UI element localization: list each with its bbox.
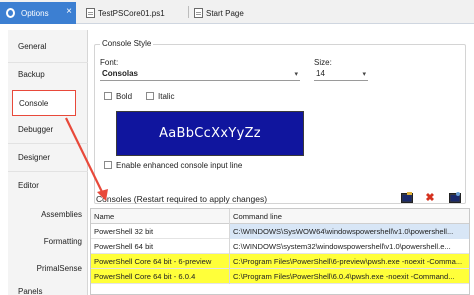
console-name: PowerShell 32 bit <box>94 227 154 236</box>
italic-label: Italic <box>158 92 175 101</box>
sidebar-item-label: General <box>18 41 47 51</box>
tab-options[interactable]: Options × <box>0 2 76 24</box>
divider <box>8 62 88 63</box>
sidebar-item-label: Assemblies <box>41 209 82 219</box>
add-console-icon <box>401 192 413 203</box>
document-icon <box>86 8 95 18</box>
table-row[interactable]: PowerShell 64 bit C:\WINDOWS\system32\wi… <box>91 239 469 254</box>
size-dropdown[interactable]: 14 ▾ <box>314 67 368 81</box>
document-icon <box>194 8 203 18</box>
tab-label: Options <box>21 8 49 18</box>
consoles-table: Name Command line PowerShell 32 bit C:\W… <box>90 208 470 295</box>
size-value: 14 <box>316 69 325 78</box>
console-name: PowerShell Core 64 bit - 6.0.4 <box>94 272 196 281</box>
options-sidebar: General Backup Console Debugger Designer… <box>8 30 88 295</box>
console-command: C:\Program Files\PowerShell\6-preview\pw… <box>229 254 469 269</box>
bold-label: Bold <box>116 92 133 101</box>
sidebar-item-label: Console <box>19 98 49 108</box>
font-dropdown[interactable]: Consolas ▾ <box>100 67 300 81</box>
sidebar-item-backup[interactable]: Backup <box>8 64 88 84</box>
sidebar-item-label: Designer <box>18 152 51 162</box>
bold-checkbox[interactable] <box>104 92 112 100</box>
tab-start-page[interactable]: Start Page <box>190 2 270 24</box>
tab-strip: Options × TestPSCore01.ps1 Start Page <box>0 0 474 24</box>
column-header-command-line[interactable]: Command line <box>229 209 469 224</box>
console-command: C:\Program Files\PowerShell\6.0.4\pwsh.e… <box>229 269 469 284</box>
size-label: Size: <box>314 58 332 67</box>
add-console-button[interactable] <box>400 191 414 204</box>
table-row[interactable]: PowerShell Core 64 bit - 6-preview C:\Pr… <box>91 254 469 269</box>
font-value: Consolas <box>102 69 139 78</box>
sidebar-item-label: PrimalSense <box>36 263 82 273</box>
sidebar-item-label: Panels <box>18 286 43 295</box>
console-name: PowerShell Core 64 bit - 6-preview <box>94 257 212 266</box>
tab-testpscore01[interactable]: TestPSCore01.ps1 <box>82 2 187 24</box>
table-row[interactable]: PowerShell Core 64 bit - 6.0.4 C:\Progra… <box>91 269 469 284</box>
divider <box>8 143 88 144</box>
font-preview: AaBbCcXxYyZz <box>116 111 304 156</box>
table-row[interactable]: PowerShell 32 bit C:\WINDOWS\SysWOW64\wi… <box>91 224 469 239</box>
edit-console-icon <box>449 192 461 203</box>
divider <box>8 171 88 172</box>
sidebar-item-panels[interactable]: Panels <box>8 285 88 295</box>
tab-label: Start Page <box>206 8 244 18</box>
enhanced-input-checkbox[interactable] <box>104 161 112 169</box>
sidebar-item-general[interactable]: General <box>8 36 88 56</box>
console-name: PowerShell 64 bit <box>94 242 154 251</box>
chevron-down-icon: ▾ <box>294 71 298 78</box>
sidebar-item-label: Editor <box>18 180 39 190</box>
gear-icon <box>6 8 15 18</box>
options-main-panel: Console Style Font: Consolas ▾ Size: 14 … <box>90 30 474 295</box>
sidebar-item-primalsense[interactable]: PrimalSense <box>8 258 88 278</box>
edit-console-button[interactable] <box>448 191 462 204</box>
sidebar-item-label: Formatting <box>43 236 82 246</box>
font-label: Font: <box>100 58 119 67</box>
consoles-header: Consoles (Restart required to apply chan… <box>96 194 268 204</box>
delete-icon: ✖ <box>425 192 435 204</box>
sidebar-item-label: Debugger <box>18 124 54 134</box>
sidebar-item-debugger[interactable]: Debugger <box>8 119 88 139</box>
italic-checkbox[interactable] <box>146 92 154 100</box>
delete-console-button[interactable]: ✖ <box>423 191 437 204</box>
table-header-row: Name Command line <box>91 209 469 224</box>
sidebar-item-editor[interactable]: Editor <box>8 175 88 195</box>
close-icon[interactable]: × <box>66 7 72 17</box>
sidebar-item-assemblies[interactable]: Assemblies <box>8 204 88 224</box>
column-header-name[interactable]: Name <box>91 209 229 224</box>
enhanced-input-label: Enable enhanced console input line <box>116 161 243 170</box>
tab-divider <box>188 6 189 18</box>
console-command: C:\WINDOWS\system32\windowspowershell\v1… <box>229 239 469 254</box>
sidebar-item-formatting[interactable]: Formatting <box>8 231 88 251</box>
chevron-down-icon: ▾ <box>362 71 366 78</box>
tab-label: TestPSCore01.ps1 <box>98 8 165 18</box>
sidebar-item-console[interactable]: Console <box>12 90 76 116</box>
sidebar-item-label: Backup <box>18 69 45 79</box>
sidebar-item-designer[interactable]: Designer <box>8 147 88 167</box>
group-title: Console Style <box>100 39 154 48</box>
console-command: C:\WINDOWS\SysWOW64\windowspowershell\v1… <box>229 224 469 239</box>
